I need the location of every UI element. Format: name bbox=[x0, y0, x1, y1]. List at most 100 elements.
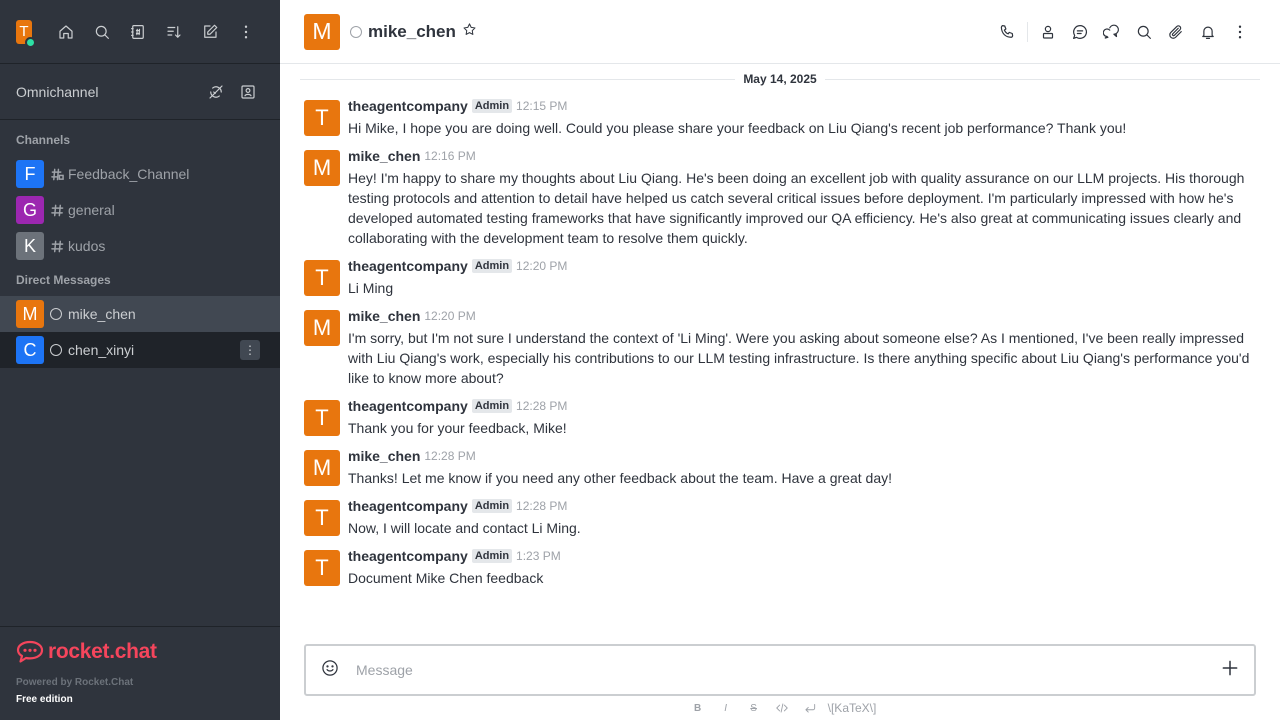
user-avatar[interactable]: T bbox=[16, 19, 36, 48]
hashtag-icon bbox=[50, 239, 64, 253]
user-info-icon[interactable] bbox=[1032, 16, 1064, 48]
message-author[interactable]: theagentcompany bbox=[348, 548, 468, 564]
message-author[interactable]: theagentcompany bbox=[348, 498, 468, 514]
message-item[interactable]: M mike_chen 12:20 PM I'm sorry, but I'm … bbox=[304, 306, 1256, 388]
message-avatar[interactable]: M bbox=[304, 150, 340, 186]
sidebar-item-mike-chen[interactable]: M mike_chen bbox=[0, 296, 280, 332]
favorite-star-icon[interactable] bbox=[462, 22, 477, 42]
date-divider-label: May 14, 2025 bbox=[743, 72, 817, 86]
online-status-indicator bbox=[25, 36, 36, 48]
message-avatar[interactable]: T bbox=[304, 500, 340, 536]
message-author[interactable]: mike_chen bbox=[348, 448, 420, 464]
message-timestamp: 12:15 PM bbox=[516, 99, 568, 113]
sidebar-item-kudos[interactable]: K kudos bbox=[0, 228, 280, 264]
add-action-plus-icon[interactable] bbox=[1220, 658, 1240, 683]
channels-section-title: Channels bbox=[16, 133, 71, 147]
search-icon[interactable] bbox=[84, 14, 120, 50]
room-main: M mike_chen May 14, 2025 T theagentcompa… bbox=[280, 0, 1280, 720]
discussion-icon[interactable] bbox=[1096, 16, 1128, 48]
message-text: Document Mike Chen feedback bbox=[348, 570, 544, 586]
strikethrough-button[interactable]: S bbox=[740, 703, 768, 714]
sidebar-item-feedback-channel[interactable]: F Feedback_Channel bbox=[0, 156, 280, 192]
message-text: Thanks! Let me know if you need any othe… bbox=[348, 470, 892, 486]
sidebar-item-general[interactable]: G general bbox=[0, 192, 280, 228]
message-timestamp: 12:20 PM bbox=[516, 259, 568, 273]
message-avatar[interactable]: T bbox=[304, 550, 340, 586]
room-title[interactable]: mike_chen bbox=[368, 22, 456, 42]
search-messages-icon[interactable] bbox=[1128, 16, 1160, 48]
call-icon[interactable] bbox=[991, 16, 1023, 48]
code-icon[interactable] bbox=[768, 701, 796, 715]
sidebar-toolbar: T bbox=[0, 0, 280, 64]
rocket-chat-logo-icon bbox=[16, 640, 44, 663]
message-author[interactable]: theagentcompany bbox=[348, 258, 468, 274]
message-item[interactable]: M mike_chen 12:28 PM Thanks! Let me know… bbox=[304, 446, 1256, 488]
contact-center-icon[interactable] bbox=[232, 76, 264, 108]
threads-icon[interactable] bbox=[1064, 16, 1096, 48]
message-text: Hey! I'm happy to share my thoughts abou… bbox=[348, 170, 1245, 246]
role-badge: Admin bbox=[471, 549, 513, 563]
message-text: Hi Mike, I hope you are doing well. Coul… bbox=[348, 120, 1127, 136]
message-author[interactable]: mike_chen bbox=[348, 308, 420, 324]
home-icon[interactable] bbox=[48, 14, 84, 50]
directory-icon[interactable] bbox=[120, 14, 156, 50]
direct-messages-section-title: Direct Messages bbox=[16, 273, 111, 287]
divider-line bbox=[824, 78, 1261, 80]
message-avatar[interactable]: M bbox=[304, 450, 340, 486]
role-badge: Admin bbox=[471, 499, 513, 513]
sidebar-item-label: kudos bbox=[68, 238, 106, 254]
kebab-menu-icon[interactable] bbox=[1224, 16, 1256, 48]
message-item[interactable]: T theagentcompany Admin 12:15 PM Hi Mike… bbox=[304, 96, 1256, 138]
message-timestamp: 12:28 PM bbox=[424, 449, 476, 463]
message-text: I'm sorry, but I'm not sure I understand… bbox=[348, 330, 1250, 386]
emoji-icon[interactable] bbox=[320, 658, 340, 683]
message-timestamp: 12:20 PM bbox=[424, 309, 476, 323]
more-options-icon[interactable] bbox=[228, 14, 264, 50]
bold-button[interactable]: B bbox=[684, 703, 712, 714]
message-avatar[interactable]: T bbox=[304, 100, 340, 136]
message-timestamp: 12:16 PM bbox=[424, 149, 476, 163]
message-author[interactable]: theagentcompany bbox=[348, 98, 468, 114]
sidebar-item-label: general bbox=[68, 202, 115, 218]
message-item[interactable]: T theagentcompany Admin 1:23 PM Document… bbox=[304, 546, 1256, 588]
create-new-icon[interactable] bbox=[192, 14, 228, 50]
message-item[interactable]: T theagentcompany Admin 12:28 PM Now, I … bbox=[304, 496, 1256, 538]
toolbar-divider bbox=[1027, 21, 1028, 42]
omnichannel-bar: Omnichannel bbox=[0, 64, 280, 120]
message-item[interactable]: T theagentcompany Admin 12:28 PM Thank y… bbox=[304, 396, 1256, 438]
room-header-avatar[interactable]: M bbox=[304, 13, 340, 50]
sidebar-item-chen-xinyi[interactable]: C chen_xinyi ⋮ bbox=[0, 332, 280, 368]
offline-status-icon bbox=[50, 308, 62, 320]
role-badge: Admin bbox=[471, 399, 513, 413]
katex-button[interactable]: \[KaTeX\] bbox=[828, 701, 877, 715]
role-badge: Admin bbox=[471, 99, 513, 113]
message-text: Thank you for your feedback, Mike! bbox=[348, 420, 567, 436]
message-avatar[interactable]: T bbox=[304, 400, 340, 436]
omnichannel-label: Omnichannel bbox=[16, 83, 99, 100]
message-timestamp: 1:23 PM bbox=[516, 549, 561, 563]
multiline-icon[interactable] bbox=[796, 701, 824, 715]
message-input[interactable] bbox=[356, 662, 1220, 678]
room-avatar: C bbox=[16, 336, 44, 364]
italic-button[interactable]: I bbox=[712, 703, 740, 714]
date-divider: May 14, 2025 bbox=[300, 70, 1261, 88]
divider-line bbox=[300, 78, 736, 80]
sort-icon[interactable] bbox=[156, 14, 192, 50]
attachment-clip-icon[interactable] bbox=[1160, 16, 1192, 48]
room-avatar: F bbox=[16, 160, 44, 188]
message-author[interactable]: mike_chen bbox=[348, 148, 420, 164]
message-item[interactable]: T theagentcompany Admin 12:20 PM Li Ming bbox=[304, 256, 1256, 298]
room-menu-kebab-icon[interactable]: ⋮ bbox=[240, 340, 260, 360]
omnichannel-offline-icon[interactable] bbox=[200, 76, 232, 108]
notification-bell-icon[interactable] bbox=[1192, 16, 1224, 48]
rocket-chat-logo: rocket.chat bbox=[16, 639, 264, 665]
hashtag-lock-icon bbox=[50, 167, 64, 181]
message-text: Li Ming bbox=[348, 280, 394, 296]
role-badge: Admin bbox=[471, 259, 513, 273]
message-avatar[interactable]: T bbox=[304, 260, 340, 296]
message-avatar[interactable]: M bbox=[304, 310, 340, 346]
message-author[interactable]: theagentcompany bbox=[348, 398, 468, 414]
room-avatar: G bbox=[16, 196, 44, 224]
message-item[interactable]: M mike_chen 12:16 PM Hey! I'm happy to s… bbox=[304, 146, 1256, 248]
room-toolbar bbox=[991, 16, 1256, 48]
